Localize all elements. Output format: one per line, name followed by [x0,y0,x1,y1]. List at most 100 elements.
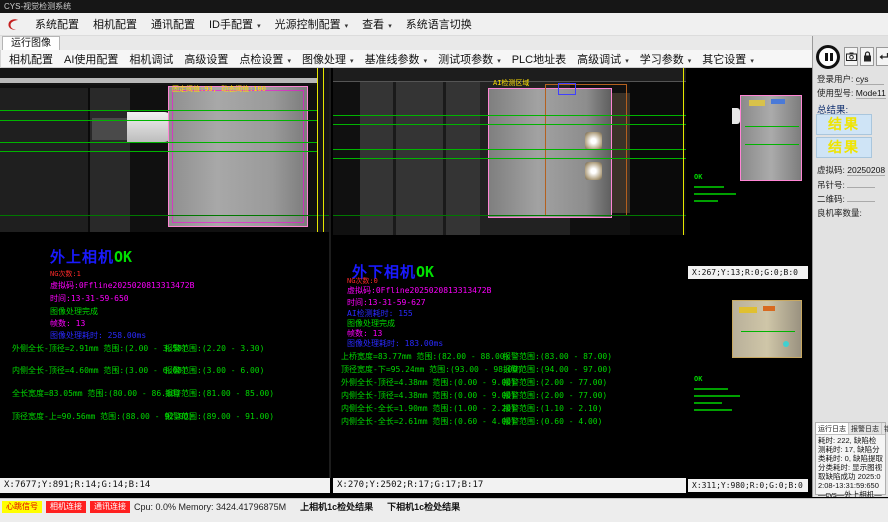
log-tab-run[interactable]: 运行日志 [816,423,849,434]
tab-strip: 运行图像 [0,36,888,51]
toolbar-other-settings[interactable]: 其它设置 ▾ [702,51,754,67]
alarm-range: 报警范围:(2.00 - 77.00) [503,390,607,401]
preview-view-bottom[interactable]: OK [688,280,808,478]
toolbar-camera-debug[interactable]: 相机调试 [129,51,173,67]
toolbar-advanced-debug[interactable]: 高级调试 ▾ [577,51,629,67]
lock-button[interactable] [860,47,874,66]
result-box-2: 结果 [816,137,872,158]
pause-icon [825,53,828,61]
toolbar-image-processing[interactable]: 图像处理 ▾ [302,51,354,67]
chevron-down-icon: ▾ [287,58,291,65]
menu-item-system-config[interactable]: 系统配置 [35,16,79,32]
toolbar-camera-config[interactable]: 相机配置 [9,51,53,67]
pause-icon [830,53,833,61]
time-line: 时间:13-31-59-627 [347,297,426,308]
annotation-mark [694,395,740,397]
process-time-line: 图像处理耗时: 258.00ms [50,330,146,341]
qr-label: 二维码: [817,194,845,204]
menu-item-view[interactable]: 查看 ▾ [362,16,392,32]
window-title: CYS-视觉检测系统 [4,2,71,11]
model-field[interactable]: Mode11 [856,88,886,99]
toolbar-ai-usage-config[interactable]: AI使用配置 [64,51,118,67]
camera-snapshot-button[interactable] [844,47,858,66]
menu-item-comm-config[interactable]: 通讯配置 [151,16,195,32]
vcode-row: 虚拟码: 20250208 [817,164,885,176]
login-user-field[interactable]: cys [856,74,884,85]
chevron-down-icon: ▾ [388,23,392,30]
annotation-mark [694,388,728,390]
annotation-mark [694,409,732,411]
pause-button[interactable] [816,45,840,69]
pixel-coords-upper: X:7677;Y:891;R:14;G:14;B:14 [0,478,330,493]
barcode-line: 虚拟码:0Ffline2025020813313472B [50,280,194,291]
chevron-down-icon: ▾ [424,58,428,65]
threshold-label: 固定阈值:93, 动态阈值:100 [172,84,266,94]
annotation-mark [694,186,724,188]
pixel-coords-lower: X:270;Y:2502;R:17;G:17;B:17 [333,478,686,493]
cpu-memory-status: Cpu: 0.0% Memory: 3424.41796875M [134,501,286,513]
toolbar-learning-params[interactable]: 学习参数 ▾ [640,51,692,67]
toolbar-advanced-settings[interactable]: 高级设置 [184,51,228,67]
tab-run-image[interactable]: 运行图像 [2,36,60,50]
toolbar-baseline-params[interactable]: 基准线参数 ▾ [365,51,428,67]
toolbar-spot-check[interactable]: 点检设置 ▾ [239,51,291,67]
ai-region-label: AI检测区域 [493,78,529,88]
log-tab-error[interactable]: 错误日志 [882,423,888,434]
count-row: 良机率数量: [817,207,862,219]
pixel-coords-preview-top: X:267;Y:13;R:0;G:0;B:0 [688,266,808,279]
preview-view-top[interactable]: OK [688,68,808,266]
needle-label: 吊针号: [817,180,845,190]
log-tab-alarm[interactable]: 报警日志 [849,423,882,434]
upper-camera-result: 上相机1c检处结果 [300,501,373,513]
connector-part [127,112,173,142]
reference-line [317,68,318,232]
menu-bar: 系统配置 相机配置 通讯配置 ID手配置 ▾ 光源控制配置 ▾ 查看 ▾ 系统语… [0,13,888,36]
menu-item-id-config[interactable]: ID手配置 ▾ [209,16,261,32]
alarm-range: 报警范围:(94.00 - 97.00) [503,364,612,375]
model-row: 使用型号: Mode11 [817,87,886,99]
camera-icon [846,52,857,61]
menu-item-camera-config[interactable]: 相机配置 [93,16,137,32]
alarm-range: 报警范围:(2.00 - 77.00) [503,377,607,388]
chevron-down-icon: ▾ [688,58,692,65]
reference-line [323,68,324,232]
return-button[interactable] [876,47,888,66]
annotation-mark [739,307,757,313]
measurement-row: 内侧全长-顶径=4.38mm 范围:(0.00 - 9.00) [341,390,516,401]
annotation-mark [783,341,789,347]
annotation-mark [771,99,785,104]
measure-line [0,120,318,121]
needle-field[interactable] [847,187,875,188]
qr-field[interactable] [847,201,875,202]
camera-image-lower: AI检测区域 [333,68,686,235]
toolbar-test-item-params[interactable]: 测试项参数 ▾ [438,51,501,67]
frame-count-line: 帧数: 13 [50,318,85,329]
camera-view-lower-outer[interactable]: AI检测区域 外下相机OK NG次数:0 虚拟码:0Ffline20250208… [333,68,686,478]
vcode-label: 虚拟码: [817,165,845,175]
machine-arm [92,118,132,140]
measure-line [333,115,686,116]
annotation-mark [694,402,722,404]
part-thumbnail [740,95,802,181]
measure-line [745,126,799,127]
toolbar-plc-address-table[interactable]: PLC地址表 [512,51,566,67]
barcode-line: 虚拟码:0Ffline2025020813313472B [347,285,491,296]
reference-line [683,68,684,235]
measurement-row: 外侧全长-顶径=2.91mm 范围:(2.00 - 3.50) [12,343,187,354]
model-label: 使用型号: [817,88,853,98]
measure-line [333,124,686,125]
menu-item-language-switch[interactable]: 系统语言切换 [406,16,472,32]
menu-item-light-control[interactable]: 光源控制配置 ▾ [275,16,349,32]
part-outline [168,86,308,227]
texture-line [0,78,318,83]
annotation-mark [763,306,775,311]
log-tabs: 运行日志 报警日志 错误日志 [816,423,885,435]
chevron-down-icon: ▾ [625,58,629,65]
camera-name: 外上相机 [50,248,114,266]
measure-line [333,149,686,150]
connector-part [732,108,740,124]
login-user-label: 登录用户: [817,74,853,84]
part-thumbnail [732,300,802,358]
camera-view-upper-outer[interactable]: 固定阈值:93, 动态阈值:100 外上相机OK NG次数:1 虚拟码:0Ffl… [0,68,331,478]
vcode-field[interactable]: 20250208 [847,165,885,176]
